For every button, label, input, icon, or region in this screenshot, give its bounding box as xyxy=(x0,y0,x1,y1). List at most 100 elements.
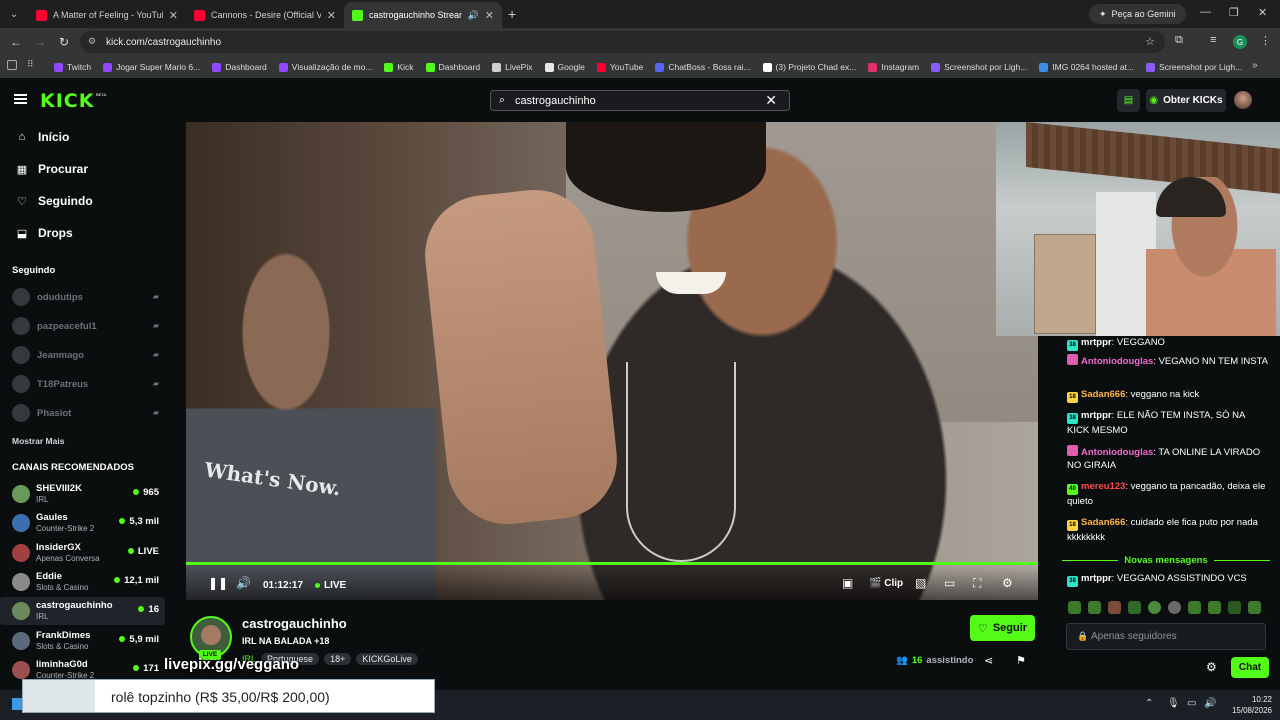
menu-icon[interactable] xyxy=(14,94,27,104)
site-info-icon[interactable]: ⚙ xyxy=(88,36,96,47)
minimize-icon[interactable]: — xyxy=(1200,6,1211,18)
emote-icon[interactable] xyxy=(1088,601,1101,614)
sidebar-item-drops[interactable]: ⬓ Drops xyxy=(16,226,73,240)
taskbar-clock[interactable]: 10:22 15/08/2026 xyxy=(1220,694,1272,716)
extensions-icon[interactable]: ⧉ xyxy=(1175,34,1183,47)
profile-avatar[interactable]: G xyxy=(1233,35,1247,49)
kick-logo[interactable]: KICK xyxy=(40,90,94,112)
emote-icon[interactable] xyxy=(1168,601,1181,614)
chat-username[interactable]: mrtppr xyxy=(1081,337,1112,348)
window-close-icon[interactable]: ✕ xyxy=(1258,6,1267,19)
chat-username[interactable]: Antoniodouglas xyxy=(1081,356,1153,367)
forward-icon[interactable]: → xyxy=(28,35,52,49)
sidebar-item-home[interactable]: ⌂ Início xyxy=(16,130,70,144)
emote-icon[interactable] xyxy=(1188,601,1201,614)
following-channel[interactable]: Jeanmago ▰ xyxy=(12,345,162,365)
chat-username[interactable]: mereu123 xyxy=(1081,481,1125,492)
bookmark-item[interactable]: Screenshot por Ligh... xyxy=(931,62,1027,72)
bookmark-item[interactable]: Visualização de mo... xyxy=(278,62,372,72)
chat-message[interactable]: 38 mrtppr: VEGGANO ASSISTINDO VCS xyxy=(1067,572,1269,587)
bookmark-item[interactable]: Dashboard xyxy=(425,62,480,72)
sidebar-item-browse[interactable]: ▦ Procurar xyxy=(16,162,88,176)
emote-icon[interactable] xyxy=(1208,601,1221,614)
new-messages-divider[interactable]: Novas mensagens xyxy=(1062,554,1270,566)
recommended-channel[interactable]: castrogauchinho IRL 16 xyxy=(0,597,165,626)
user-avatar[interactable] xyxy=(1234,91,1252,109)
media-control-icon[interactable]: ≡ xyxy=(1210,34,1216,46)
following-channel[interactable]: Phasiot ▰ xyxy=(12,403,162,423)
emote-icon[interactable] xyxy=(1128,601,1141,614)
chat-send-button[interactable]: Chat xyxy=(1231,657,1269,678)
following-channel[interactable]: T18Patreus ▰ xyxy=(12,374,162,394)
tag-pill[interactable]: 18+ xyxy=(324,653,352,665)
following-channel[interactable]: odudutips ▰ xyxy=(12,287,162,307)
streamer-name[interactable]: castrogauchinho xyxy=(242,616,347,631)
tab-strip-icon[interactable] xyxy=(7,60,17,70)
chat-message[interactable]: 18 Sadan666: veggano na kick xyxy=(1067,388,1269,403)
bookmark-item[interactable]: Google xyxy=(544,62,585,72)
theater-mode-icon[interactable]: ▭ xyxy=(944,576,955,590)
more-bookmarks-icon[interactable]: » xyxy=(1252,60,1258,71)
chat-message[interactable]: 40 mereu123: veggano ta pancadão, deixa e… xyxy=(1067,480,1269,508)
chat-message[interactable]: 18 Sadan666: cuidado ele fica puto por na… xyxy=(1067,516,1269,544)
pause-icon[interactable]: ❚❚ xyxy=(208,576,228,590)
emote-icon[interactable] xyxy=(1248,601,1261,614)
volume-icon[interactable]: 🔊 xyxy=(236,576,251,590)
recommended-channel[interactable]: Eddie Slots & Casino 12,1 mil xyxy=(0,568,165,596)
browser-tab[interactable]: Cannons - Desire (Official Visu ✕ xyxy=(186,2,344,28)
bookmark-item[interactable]: Dashboard xyxy=(212,62,267,72)
chat-message[interactable]: 38 mrtppr: ELE NÃO TEM INSTA, SÓ NA KICK … xyxy=(1067,409,1269,437)
follow-button[interactable]: ♡ Seguir xyxy=(970,615,1035,641)
back-icon[interactable]: ← xyxy=(4,35,28,49)
apps-grid-icon[interactable]: ⠿ xyxy=(27,59,37,69)
live-indicator[interactable]: LIVE xyxy=(315,580,346,591)
clip-button[interactable]: 🎬 Clip xyxy=(869,578,903,589)
recommended-channel[interactable]: FrankDimes Slots & Casino 5,9 mil xyxy=(0,627,165,655)
chat-username[interactable]: mrtppr xyxy=(1081,573,1112,584)
recommended-channel[interactable]: Gaules Counter-Strike 2 5,3 mil xyxy=(0,509,165,537)
video-player[interactable]: What's Now. ❚❚ 🔊 01:12:17 LIVE ▣ 🎬 Clip … xyxy=(186,122,1038,600)
bookmark-star-icon[interactable]: ☆ xyxy=(1145,35,1155,48)
close-tab-icon[interactable]: ✕ xyxy=(169,9,178,22)
tray-chevron-icon[interactable]: ⌃ xyxy=(1145,698,1153,709)
tag-pill[interactable]: KICKGoLive xyxy=(356,653,418,665)
progress-bar[interactable] xyxy=(186,562,1038,565)
chat-username[interactable]: Sadan666 xyxy=(1081,517,1125,528)
creator-dashboard-icon[interactable]: ▤ xyxy=(1117,89,1140,112)
sidebar-item-following[interactable]: ♡ Seguindo xyxy=(16,194,93,208)
chat-message[interactable]: Antoniodouglas: VEGANO NN TEM INSTA xyxy=(1067,354,1269,368)
bookmark-item[interactable]: YouTube xyxy=(596,62,643,72)
show-more-link[interactable]: Mostrar Mais xyxy=(12,436,64,446)
chat-settings-icon[interactable]: ⚙ xyxy=(1206,660,1217,674)
bookmark-item[interactable]: LivePix xyxy=(492,62,533,72)
chat-username[interactable]: Sadan666 xyxy=(1081,389,1125,400)
following-channel[interactable]: pazpeaceful1 ▰ xyxy=(12,316,162,336)
chat-username[interactable]: mrtppr xyxy=(1081,410,1112,421)
audio-icon[interactable]: 🔊 xyxy=(468,10,479,21)
close-tab-icon[interactable]: ✕ xyxy=(485,9,494,22)
recommended-channel[interactable]: InsiderGX Apenas Conversa LIVE xyxy=(0,539,165,567)
bookmark-item[interactable]: Jogar Super Mario 6... xyxy=(103,62,200,72)
emote-icon[interactable] xyxy=(1108,601,1121,614)
bookmark-item[interactable]: Instagram xyxy=(868,62,919,72)
chat-input[interactable]: 🔒 Apenas seguidores xyxy=(1066,623,1266,650)
share-icon[interactable]: ⋖ xyxy=(984,654,993,667)
reload-icon[interactable]: ↻ xyxy=(52,35,76,49)
bookmark-item[interactable]: Twitch xyxy=(54,62,91,72)
miniplayer-icon[interactable]: ▣ xyxy=(842,576,853,590)
get-kicks-button[interactable]: ◉ Obter KICKs xyxy=(1146,89,1226,112)
chat-username[interactable]: Antoniodouglas xyxy=(1081,447,1153,458)
settings-gear-icon[interactable]: ⚙ xyxy=(1002,576,1013,590)
emote-icon[interactable] xyxy=(1228,601,1241,614)
clear-search-icon[interactable]: ✕ xyxy=(765,92,777,109)
fullscreen-icon[interactable]: ⛶ xyxy=(973,576,981,591)
url-field[interactable]: ⚙ kick.com/castrogauchinho ☆ xyxy=(80,31,1165,53)
bookmark-item[interactable]: (3) Projeto Chad ex... xyxy=(762,62,856,72)
bookmark-item[interactable]: Kick xyxy=(384,62,414,72)
quality-icon[interactable]: ▧ xyxy=(915,576,926,590)
browser-tab-active[interactable]: castrogauchinho Stream - 🔊 ✕ xyxy=(344,2,502,28)
tab-search-icon[interactable]: ⌄ xyxy=(0,0,28,28)
recommended-channel[interactable]: SHEVIII2K IRL 965 xyxy=(0,480,165,508)
browser-menu-icon[interactable]: ⋮ xyxy=(1260,34,1271,47)
gemini-button[interactable]: ✦ Peça ao Gemini xyxy=(1089,4,1186,24)
